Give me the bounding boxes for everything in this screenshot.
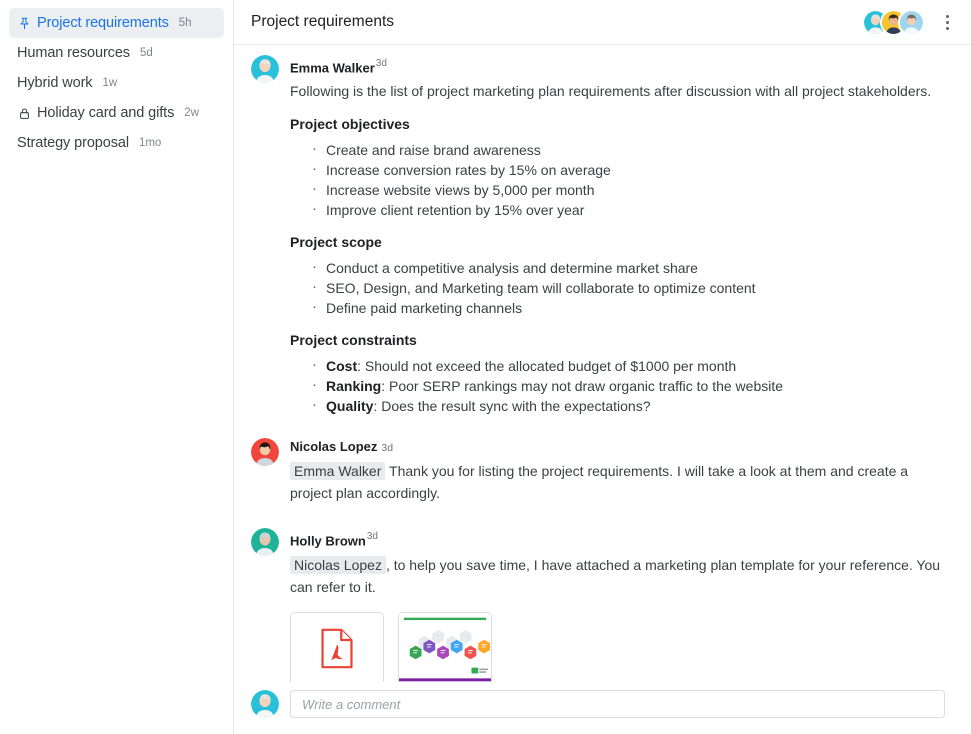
list-item: Improve client retention by 15% over yea… — [312, 199, 945, 220]
bullet-list: Cost: Should not exceed the allocated bu… — [290, 355, 945, 416]
message-header: Nicolas Lopez 3d — [290, 439, 945, 456]
sidebar-item-label: Hybrid work — [17, 75, 93, 91]
slide-thumbnail-icon — [399, 613, 491, 682]
message-text: Nicolas Lopez, to help you save time, I … — [290, 554, 945, 598]
comment-composer — [234, 682, 971, 734]
message-text: Emma Walker Thank you for listing the pr… — [290, 460, 945, 504]
message-thread: Emma Walker3d Following is the list of p… — [234, 45, 971, 682]
attachment-card-pdf[interactable]: Marketing-plan... Proof this file2h — [290, 611, 384, 682]
sidebar-item-project-requirements[interactable]: Project requirements 5h — [9, 8, 224, 38]
message-author: Emma Walker — [290, 60, 375, 76]
avatar — [251, 528, 279, 557]
list-item: SEO, Design, and Marketing team will col… — [312, 277, 945, 298]
list-item: Conduct a competitive analysis and deter… — [312, 257, 945, 278]
more-options-button[interactable] — [935, 8, 959, 36]
page-title: Project requirements — [251, 13, 395, 30]
app-root: Project requirements 5h Human resources … — [0, 0, 971, 734]
sidebar-item-holiday-card-and-gifts[interactable]: Holiday card and gifts 2w — [9, 98, 224, 128]
message-item: Nicolas Lopez 3d Emma Walker Thank you fo… — [251, 438, 945, 512]
list-item: Increase conversion rates by 15% on aver… — [312, 159, 945, 180]
sidebar-item-label: Strategy proposal — [17, 135, 129, 151]
sidebar-item-time: 1mo — [138, 137, 162, 149]
sidebar-item-label: Human resources — [17, 45, 130, 61]
message-body: Nicolas Lopez 3d Emma Walker Thank you fo… — [290, 438, 945, 512]
sidebar-item-label: Project requirements — [37, 15, 169, 31]
avatar — [251, 438, 279, 467]
message-timestamp: 3d — [366, 531, 378, 543]
message-body: Holly Brown3d Nicolas Lopez, to help you… — [290, 528, 945, 682]
sidebar-item-strategy-proposal[interactable]: Strategy proposal 1mo — [9, 128, 224, 158]
attachment-list: Marketing-plan... Proof this file2h — [290, 611, 945, 682]
sidebar-item-time: 5d — [139, 47, 153, 59]
message-author: Holly Brown — [290, 533, 366, 549]
pdf-file-icon — [321, 628, 353, 669]
avatar — [251, 55, 279, 83]
sidebar-item-label: Holiday card and gifts — [37, 105, 175, 121]
kebab-dot — [945, 26, 949, 30]
section-heading: Project constraints — [290, 332, 417, 349]
list-item: Create and raise brand awareness — [312, 139, 945, 160]
sidebar-item-hybrid-work[interactable]: Hybrid work 1w — [9, 68, 224, 98]
sidebar-item-time: 1w — [102, 77, 118, 89]
message-item: Holly Brown3d Nicolas Lopez, to help you… — [251, 528, 945, 682]
kebab-dot — [945, 14, 949, 18]
current-user-avatar — [251, 690, 279, 718]
conversation-sidebar: Project requirements 5h Human resources … — [0, 0, 234, 734]
bullet-list: Create and raise brand awareness Increas… — [290, 139, 945, 220]
user-mention[interactable]: Emma Walker — [290, 462, 386, 481]
message-timestamp: 3d — [381, 442, 394, 455]
bullet-list: Conduct a competitive analysis and deter… — [290, 257, 945, 318]
pin-icon — [17, 16, 31, 30]
list-item: Quality: Does the result sync with the e… — [312, 395, 945, 416]
attachment-card-slide[interactable]: Marketing-stra... Proof this file2h — [398, 611, 492, 682]
message-body: Emma Walker3d Following is the list of p… — [290, 55, 945, 420]
conversation-header: Project requirements — [234, 0, 971, 45]
attachment-thumbnail — [291, 612, 383, 682]
message-item: Emma Walker3d Following is the list of p… — [251, 55, 945, 420]
message-header: Holly Brown3d — [290, 529, 945, 549]
list-item: Increase website views by 5,000 per mont… — [312, 179, 945, 200]
list-item: Ranking: Poor SERP rankings may not draw… — [312, 375, 945, 396]
message-author: Nicolas Lopez — [290, 439, 378, 455]
sidebar-item-human-resources[interactable]: Human resources 5d — [9, 38, 224, 68]
list-item: Cost: Should not exceed the allocated bu… — [312, 355, 945, 376]
participant-avatar-stack[interactable] — [862, 8, 925, 36]
message-timestamp: 3d — [375, 58, 387, 69]
header-actions — [862, 8, 959, 36]
user-mention[interactable]: Nicolas Lopez — [290, 555, 386, 574]
attachment-thumbnail — [399, 612, 491, 682]
section-heading: Project objectives — [290, 116, 410, 133]
sidebar-item-time: 5h — [178, 17, 192, 29]
message-text-body: , to help you save time, I have attached… — [290, 556, 941, 595]
avatar — [898, 8, 925, 36]
section-heading: Project scope — [290, 234, 382, 251]
comment-input[interactable] — [290, 690, 945, 718]
message-intro-text: Following is the list of project marketi… — [290, 83, 932, 100]
kebab-dot — [945, 20, 949, 24]
message-header: Emma Walker3d — [290, 56, 945, 76]
list-item: Define paid marketing channels — [312, 297, 945, 318]
main-panel: Project requirements Emma Walker3d Follo… — [234, 0, 971, 734]
sidebar-item-time: 2w — [184, 107, 199, 119]
lock-icon — [17, 106, 31, 120]
